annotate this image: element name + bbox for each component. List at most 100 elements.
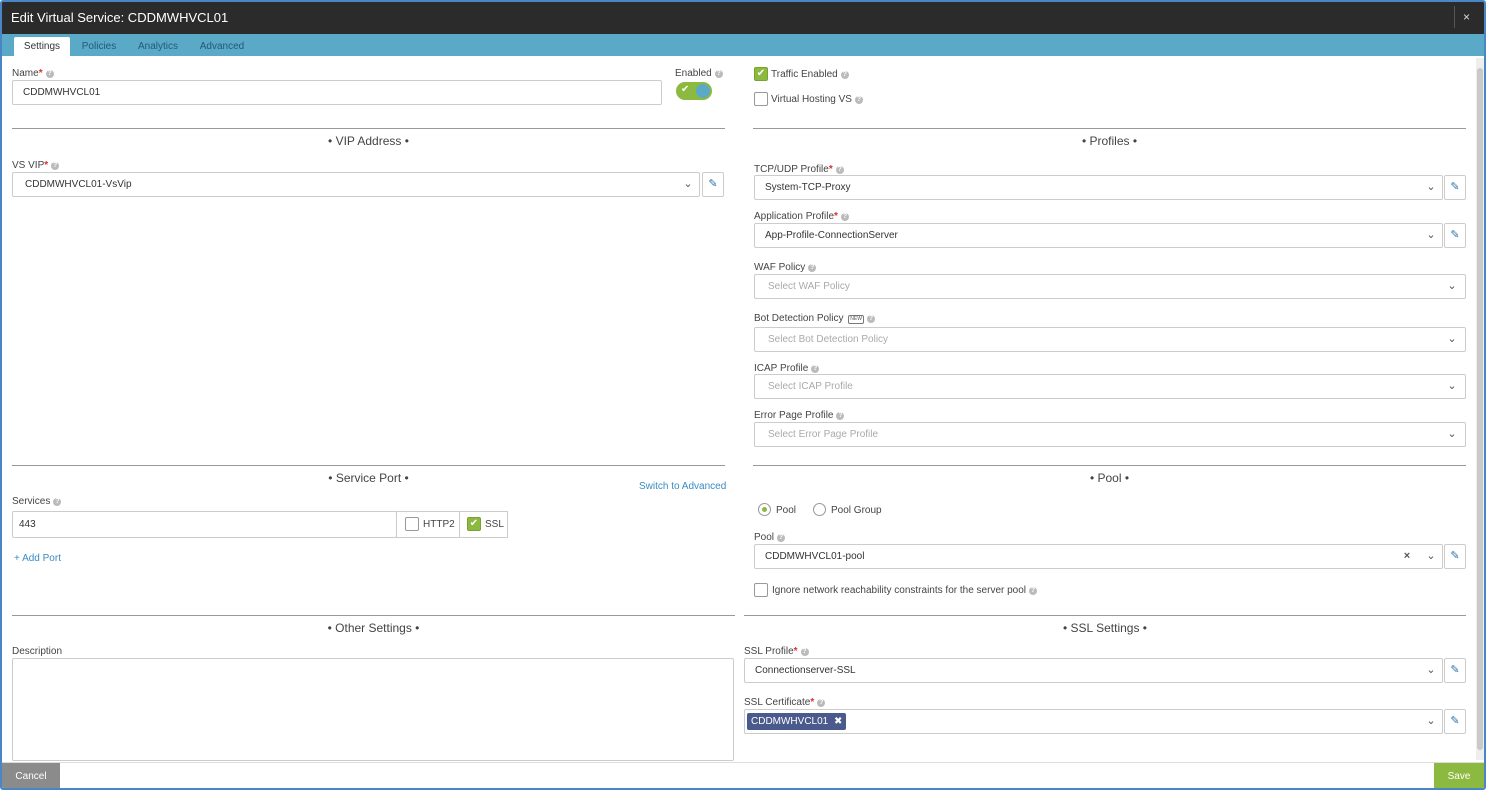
other-settings-section-header: • Other Settings • [12, 615, 735, 635]
application-profile-label: Application Profile*? [754, 211, 849, 222]
pool-section-header: • Pool • [753, 465, 1466, 485]
save-button[interactable]: Save [1434, 763, 1484, 788]
tcp-udp-profile-value: System-TCP-Proxy [765, 182, 851, 193]
switch-to-advanced-link[interactable]: Switch to Advanced [639, 481, 726, 492]
ssl-certificate-chip: CDDMWHVCL01 ✖ [747, 713, 847, 730]
vs-vip-label: VS VIP*? [12, 160, 60, 171]
ignore-reachability-label: Ignore network reachability constraints … [772, 585, 1038, 596]
section-title: • Pool • [1089, 471, 1130, 485]
help-icon: ? [51, 162, 60, 170]
section-title: • Other Settings • [327, 621, 420, 635]
name-input[interactable]: CDDMWHVCL01 [12, 80, 662, 105]
pool-group-radio-label: Pool Group [831, 505, 882, 516]
help-icon: ? [817, 699, 826, 707]
new-badge: NEW [848, 315, 864, 324]
name-label: Name*? [12, 68, 54, 79]
pencil-icon[interactable]: ✎ [1444, 658, 1466, 683]
section-title: • VIP Address • [328, 134, 409, 148]
scrollbar-thumb[interactable] [1477, 68, 1483, 750]
cancel-button[interactable]: Cancel [2, 763, 60, 788]
chip-label: CDDMWHVCL01 [751, 716, 829, 727]
icap-profile-placeholder: Select ICAP Profile [768, 381, 853, 392]
pool-group-radio[interactable] [813, 503, 826, 516]
remove-icon[interactable]: ✖ [834, 716, 842, 727]
help-icon: ? [714, 70, 723, 78]
services-label: Services? [12, 496, 62, 507]
section-title: • Profiles • [1081, 134, 1138, 148]
help-icon: ? [866, 315, 875, 323]
http2-checkbox[interactable] [405, 517, 419, 531]
error-page-profile-label: Error Page Profile? [754, 410, 845, 421]
close-icon[interactable]: × [1454, 6, 1478, 28]
help-icon: ? [777, 534, 786, 542]
tab-policies[interactable]: Policies [76, 37, 122, 56]
pencil-icon[interactable]: ✎ [1444, 544, 1466, 569]
enabled-toggle[interactable]: ✔ [676, 82, 712, 100]
virtual-hosting-label: Virtual Hosting VS? [771, 94, 863, 105]
ssl-certificate-select[interactable]: ⌄ [744, 709, 1443, 734]
tab-analytics[interactable]: Analytics [130, 37, 186, 56]
pool-radio[interactable] [758, 503, 771, 516]
ssl-option: ✔ SSL [459, 511, 508, 538]
pool-select[interactable]: CDDMWHVCL01-pool × ⌄ [754, 544, 1443, 569]
modal-title: Edit Virtual Service: CDDMWHVCL01 [11, 10, 229, 25]
chevron-down-icon: ⌄ [683, 178, 693, 190]
icap-profile-label: ICAP Profile? [754, 363, 820, 374]
waf-policy-label: WAF Policy? [754, 262, 817, 273]
tcp-udp-profile-label: TCP/UDP Profile*? [754, 164, 844, 175]
bot-detection-placeholder: Select Bot Detection Policy [768, 334, 889, 345]
profiles-section-header: • Profiles • [753, 128, 1466, 148]
pencil-icon[interactable]: ✎ [1444, 709, 1466, 734]
vip-address-section-header: • VIP Address • [12, 128, 725, 148]
help-icon: ? [1029, 587, 1038, 595]
waf-policy-placeholder: Select WAF Policy [768, 281, 850, 292]
chevron-down-icon: ⌄ [1426, 715, 1436, 727]
chevron-down-icon: ⌄ [1426, 550, 1436, 562]
pool-value: CDDMWHVCL01-pool [765, 551, 865, 562]
help-icon: ? [800, 648, 809, 656]
help-icon: ? [835, 166, 844, 174]
icap-profile-select[interactable]: Select ICAP Profile ⌄ [754, 374, 1466, 399]
chevron-down-icon: ⌄ [1447, 280, 1457, 292]
ignore-reachability-checkbox[interactable] [754, 583, 768, 597]
modal-footer: Cancel Save [2, 762, 1484, 788]
service-port-section-header: • Service Port • [12, 465, 725, 485]
check-icon: ✔ [681, 84, 690, 95]
description-textarea[interactable] [12, 658, 734, 761]
vs-vip-value: CDDMWHVCL01-VsVip [25, 179, 132, 190]
tcp-udp-profile-select[interactable]: System-TCP-Proxy ⌄ [754, 175, 1443, 200]
tab-advanced[interactable]: Advanced [194, 37, 250, 56]
help-icon: ? [811, 365, 820, 373]
ssl-profile-label: SSL Profile*? [744, 646, 809, 657]
application-profile-value: App-Profile-ConnectionServer [765, 230, 898, 241]
pencil-icon[interactable]: ✎ [1444, 175, 1466, 200]
help-icon: ? [840, 213, 849, 221]
waf-policy-select[interactable]: Select WAF Policy ⌄ [754, 274, 1466, 299]
ssl-profile-select[interactable]: Connectionserver-SSL ⌄ [744, 658, 1443, 683]
vs-vip-select[interactable]: CDDMWHVCL01-VsVip ⌄ [12, 172, 700, 197]
virtual-hosting-checkbox[interactable] [754, 92, 768, 106]
service-port-input[interactable]: 443 [12, 511, 397, 538]
error-page-profile-placeholder: Select Error Page Profile [768, 429, 879, 440]
traffic-enabled-checkbox[interactable]: ✔ [754, 67, 768, 81]
ssl-checkbox[interactable]: ✔ [467, 517, 481, 531]
help-icon: ? [836, 412, 845, 420]
chevron-down-icon: ⌄ [1426, 664, 1436, 676]
clear-icon[interactable]: × [1400, 545, 1414, 568]
vertical-scrollbar[interactable] [1476, 58, 1484, 760]
add-port-link[interactable]: + Add Port [14, 553, 61, 564]
pencil-icon[interactable]: ✎ [702, 172, 724, 197]
section-title: • Service Port • [328, 471, 409, 485]
application-profile-select[interactable]: App-Profile-ConnectionServer ⌄ [754, 223, 1443, 248]
tab-settings[interactable]: Settings [14, 37, 70, 56]
help-icon: ? [854, 96, 863, 104]
bot-detection-policy-select[interactable]: Select Bot Detection Policy ⌄ [754, 327, 1466, 352]
http2-label: HTTP2 [423, 519, 455, 530]
chevron-down-icon: ⌄ [1447, 380, 1457, 392]
pencil-icon[interactable]: ✎ [1444, 223, 1466, 248]
edit-virtual-service-modal: Edit Virtual Service: CDDMWHVCL01 × Sett… [0, 0, 1486, 790]
error-page-profile-select[interactable]: Select Error Page Profile ⌄ [754, 422, 1466, 447]
pool-label: Pool? [754, 532, 786, 543]
modal-title-bar: Edit Virtual Service: CDDMWHVCL01 × [2, 2, 1484, 34]
chevron-down-icon: ⌄ [1447, 428, 1457, 440]
